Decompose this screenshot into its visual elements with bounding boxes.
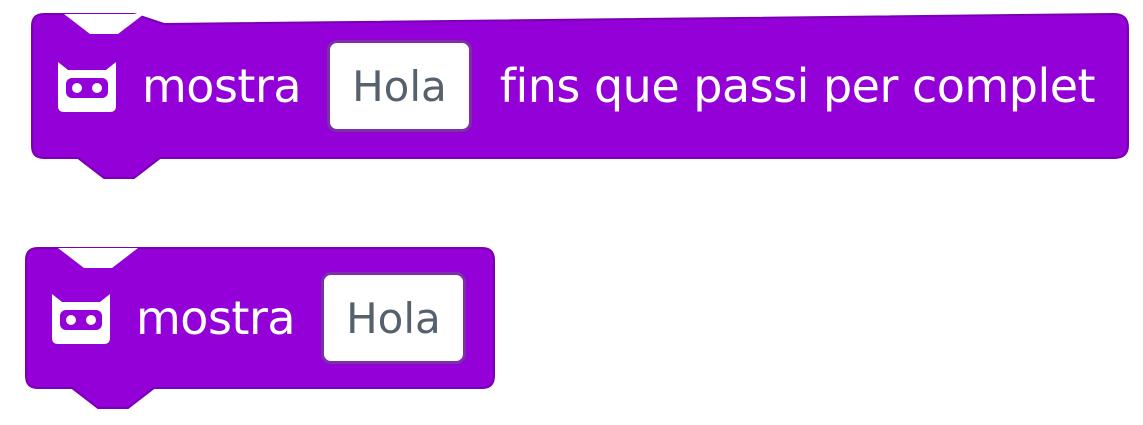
- robot-icon: [48, 288, 114, 348]
- block-suffix-label: fins que passi per complet: [499, 59, 1096, 113]
- message-input[interactable]: Hola: [327, 40, 472, 132]
- show-text-until-done-block[interactable]: mostra Hola fins que passi per complet: [0, 0, 1143, 200]
- show-text-block[interactable]: mostra Hola: [0, 230, 520, 425]
- block-label: mostra: [142, 59, 302, 113]
- message-input[interactable]: Hola: [321, 272, 466, 364]
- block-label: mostra: [136, 291, 296, 345]
- robot-icon: [54, 56, 120, 116]
